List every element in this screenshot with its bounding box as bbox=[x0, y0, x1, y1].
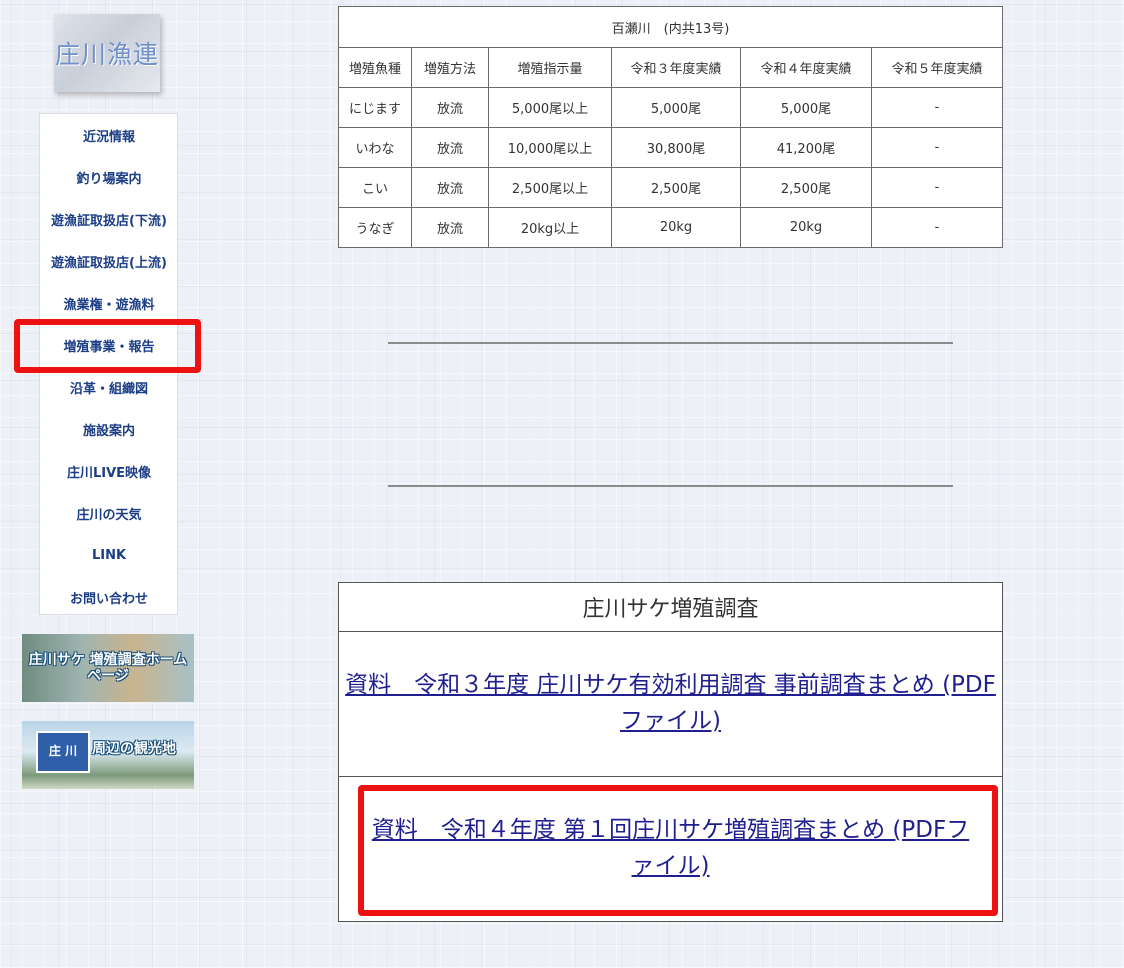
stocking-table: 百瀬川 (内共13号) 増殖魚種 増殖方法 増殖指示量 令和３年度実績 令和４年… bbox=[338, 6, 1003, 248]
tourism-banner-label: 周辺の観光地 bbox=[92, 741, 176, 757]
river-sign-label: 庄 川 bbox=[48, 744, 78, 759]
table-cell: 20kg bbox=[740, 207, 872, 248]
table-row: こい 放流 2,500尾以上 2,500尾 2,500尾 - bbox=[338, 167, 1003, 208]
column-header: 令和５年度実績 bbox=[871, 47, 1003, 88]
sidebar-nav: 近況情報 釣り場案内 遊漁証取扱店(下流) 遊漁証取扱店(上流) 漁業権・遊漁料… bbox=[39, 113, 178, 615]
logo-text: 庄川漁連 bbox=[54, 40, 159, 69]
salmon-link-cell: 資料 令和３年度 庄川サケ有効利用調査 事前調査まとめ (PDFファイル) bbox=[338, 631, 1003, 777]
nav-item-contact[interactable]: お問い合わせ bbox=[1, 576, 217, 618]
table-cell: 41,200尾 bbox=[740, 127, 872, 168]
nav-item-license-shops-downstream[interactable]: 遊漁証取扱店(下流) bbox=[1, 198, 217, 240]
nav-item-fishing-rights-fees[interactable]: 漁業権・遊漁料 bbox=[1, 282, 217, 324]
pdf-link-r3-prelim-survey[interactable]: 資料 令和３年度 庄川サケ有効利用調査 事前調査まとめ (PDFファイル) bbox=[345, 672, 996, 734]
nav-item-fishing-spots[interactable]: 釣り場案内 bbox=[1, 156, 217, 198]
table-cell: にじます bbox=[338, 87, 412, 128]
table-cell: 2,500尾 bbox=[740, 167, 872, 208]
tourism-banner[interactable]: 庄 川 周辺の観光地 bbox=[22, 721, 194, 789]
column-header: 増殖方法 bbox=[411, 47, 489, 88]
table-cell: 30,800尾 bbox=[611, 127, 741, 168]
table-cell: 5,000尾 bbox=[740, 87, 872, 128]
table-cell: 20kg bbox=[611, 207, 741, 248]
table-cell: 2,500尾以上 bbox=[488, 167, 612, 208]
salmon-survey-home-banner[interactable]: 庄川サケ 増殖調査ホームページ bbox=[22, 634, 194, 702]
table-cell: 放流 bbox=[411, 87, 489, 128]
nav-item-stocking-reports[interactable]: 増殖事業・報告 bbox=[1, 324, 217, 366]
nav-item-link[interactable]: LINK bbox=[1, 534, 217, 576]
column-header: 増殖魚種 bbox=[338, 47, 412, 88]
table-cell: 2,500尾 bbox=[611, 167, 741, 208]
nav-item-news[interactable]: 近況情報 bbox=[1, 114, 217, 156]
divider bbox=[388, 485, 953, 487]
table-cell: 5,000尾以上 bbox=[488, 87, 612, 128]
nav-item-facilities[interactable]: 施設案内 bbox=[1, 408, 217, 450]
table-row: うなぎ 放流 20kg以上 20kg 20kg - bbox=[338, 207, 1003, 248]
table-row: にじます 放流 5,000尾以上 5,000尾 5,000尾 - bbox=[338, 87, 1003, 128]
pdf-link-r4-first-survey[interactable]: 資料 令和４年度 第１回庄川サケ増殖調査まとめ (PDFファイル) bbox=[361, 813, 981, 884]
table-cell: 10,000尾以上 bbox=[488, 127, 612, 168]
table-cell: 放流 bbox=[411, 167, 489, 208]
table-cell: うなぎ bbox=[338, 207, 412, 248]
table-cell: いわな bbox=[338, 127, 412, 168]
table-cell: 20kg以上 bbox=[488, 207, 612, 248]
nav-item-history-organization[interactable]: 沿革・組織図 bbox=[1, 366, 217, 408]
river-sign-image: 庄 川 bbox=[36, 731, 90, 773]
table-cell: 5,000尾 bbox=[611, 87, 741, 128]
nav-item-weather[interactable]: 庄川の天気 bbox=[1, 492, 217, 534]
nav-item-live-video[interactable]: 庄川LIVE映像 bbox=[1, 450, 217, 492]
site-logo[interactable]: 庄川漁連 bbox=[54, 14, 160, 92]
table-cell: - bbox=[871, 207, 1003, 248]
table-row: いわな 放流 10,000尾以上 30,800尾 41,200尾 - bbox=[338, 127, 1003, 168]
salmon-banner-label: 庄川サケ 増殖調査ホームページ bbox=[28, 651, 188, 684]
table-cell: - bbox=[871, 167, 1003, 208]
nav-item-license-shops-upstream[interactable]: 遊漁証取扱店(上流) bbox=[1, 240, 217, 282]
column-header: 令和３年度実績 bbox=[611, 47, 741, 88]
divider bbox=[388, 342, 953, 344]
table-cell: こい bbox=[338, 167, 412, 208]
salmon-survey-table: 庄川サケ増殖調査 資料 令和３年度 庄川サケ有効利用調査 事前調査まとめ (PD… bbox=[338, 582, 1003, 922]
column-header: 増殖指示量 bbox=[488, 47, 612, 88]
table-cell: - bbox=[871, 127, 1003, 168]
table-cell: 放流 bbox=[411, 207, 489, 248]
salmon-survey-title: 庄川サケ増殖調査 bbox=[338, 582, 1003, 632]
table-cell: - bbox=[871, 87, 1003, 128]
column-header: 令和４年度実績 bbox=[740, 47, 872, 88]
table-caption: 百瀬川 (内共13号) bbox=[338, 6, 1003, 48]
table-cell: 放流 bbox=[411, 127, 489, 168]
salmon-link-cell: 資料 令和４年度 第１回庄川サケ増殖調査まとめ (PDFファイル) bbox=[338, 776, 1003, 922]
